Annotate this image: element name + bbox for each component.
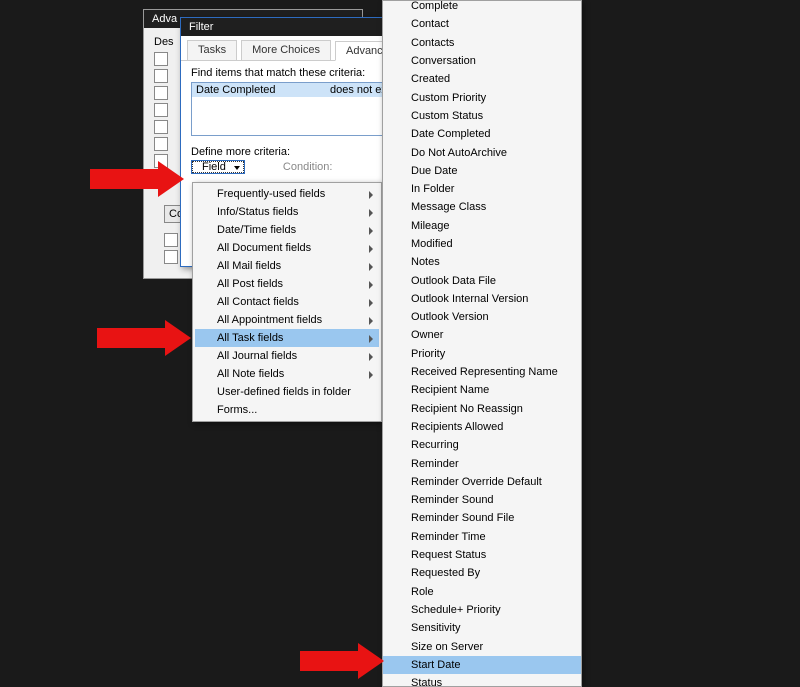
- task-field-item[interactable]: Reminder Override Default: [383, 473, 581, 491]
- tab-tasks[interactable]: Tasks: [187, 40, 237, 60]
- task-field-item[interactable]: Recipient Name: [383, 381, 581, 399]
- task-field-item[interactable]: Created: [383, 70, 581, 88]
- task-field-item[interactable]: Recipient No Reassign: [383, 400, 581, 418]
- task-field-item[interactable]: Sensitivity: [383, 619, 581, 637]
- task-field-item[interactable]: Size on Server: [383, 637, 581, 655]
- field-category-menu: Frequently-used fieldsInfo/Status fields…: [192, 182, 382, 422]
- task-field-item[interactable]: Outlook Internal Version: [383, 290, 581, 308]
- task-field-item[interactable]: Reminder Time: [383, 528, 581, 546]
- task-field-item[interactable]: Custom Priority: [383, 88, 581, 106]
- checkbox[interactable]: [154, 120, 168, 134]
- task-field-item[interactable]: Status: [383, 674, 581, 687]
- task-field-item[interactable]: Owner: [383, 326, 581, 344]
- tab-more-choices[interactable]: More Choices: [241, 40, 331, 60]
- task-field-item[interactable]: Outlook Data File: [383, 271, 581, 289]
- task-field-item[interactable]: Requested By: [383, 564, 581, 582]
- task-field-item[interactable]: Reminder Sound File: [383, 509, 581, 527]
- task-field-item[interactable]: Date Completed: [383, 125, 581, 143]
- field-category-item[interactable]: All Task fields: [195, 329, 379, 347]
- condition-label: Condition:: [283, 161, 333, 173]
- task-field-item[interactable]: Mileage: [383, 217, 581, 235]
- checkbox[interactable]: [154, 137, 168, 151]
- field-category-item[interactable]: Date/Time fields: [195, 221, 379, 239]
- task-field-item[interactable]: Start Date: [383, 656, 581, 674]
- checkbox[interactable]: [164, 250, 178, 264]
- task-field-item[interactable]: Contacts: [383, 34, 581, 52]
- task-fields-menu: CompleteContactContactsConversationCreat…: [382, 0, 582, 687]
- field-category-item[interactable]: Frequently-used fields: [195, 185, 379, 203]
- task-field-item[interactable]: Custom Status: [383, 107, 581, 125]
- task-field-item[interactable]: Recurring: [383, 436, 581, 454]
- checkbox[interactable]: [164, 233, 178, 247]
- task-field-item[interactable]: Request Status: [383, 546, 581, 564]
- field-category-item[interactable]: User-defined fields in folder: [195, 383, 379, 401]
- field-dropdown-button[interactable]: Field: [191, 160, 245, 174]
- checkbox[interactable]: [154, 86, 168, 100]
- task-field-item[interactable]: Do Not AutoArchive: [383, 143, 581, 161]
- task-field-item[interactable]: Complete: [383, 0, 581, 15]
- field-category-item[interactable]: All Post fields: [195, 275, 379, 293]
- checkbox[interactable]: [154, 52, 168, 66]
- task-field-item[interactable]: Reminder: [383, 454, 581, 472]
- task-field-item[interactable]: Recipients Allowed: [383, 418, 581, 436]
- task-field-item[interactable]: Reminder Sound: [383, 491, 581, 509]
- checkbox[interactable]: [154, 103, 168, 117]
- task-field-item[interactable]: Received Representing Name: [383, 363, 581, 381]
- task-field-item[interactable]: Contact: [383, 15, 581, 33]
- field-category-item[interactable]: Forms...: [195, 401, 379, 419]
- task-field-item[interactable]: Role: [383, 583, 581, 601]
- task-field-item[interactable]: Schedule+ Priority: [383, 601, 581, 619]
- field-category-item[interactable]: All Journal fields: [195, 347, 379, 365]
- field-category-item[interactable]: Info/Status fields: [195, 203, 379, 221]
- task-field-item[interactable]: Message Class: [383, 198, 581, 216]
- field-category-item[interactable]: All Contact fields: [195, 293, 379, 311]
- task-field-item[interactable]: Conversation: [383, 52, 581, 70]
- field-category-item[interactable]: All Document fields: [195, 239, 379, 257]
- task-field-item[interactable]: Due Date: [383, 162, 581, 180]
- task-field-item[interactable]: Outlook Version: [383, 308, 581, 326]
- task-field-item[interactable]: Modified: [383, 235, 581, 253]
- field-category-item[interactable]: All Mail fields: [195, 257, 379, 275]
- checkbox[interactable]: [154, 69, 168, 83]
- field-category-item[interactable]: All Appointment fields: [195, 311, 379, 329]
- task-field-item[interactable]: In Folder: [383, 180, 581, 198]
- task-field-item[interactable]: Priority: [383, 345, 581, 363]
- criteria-field: Date Completed: [196, 84, 330, 96]
- field-category-item[interactable]: All Note fields: [195, 365, 379, 383]
- task-field-item[interactable]: Notes: [383, 253, 581, 271]
